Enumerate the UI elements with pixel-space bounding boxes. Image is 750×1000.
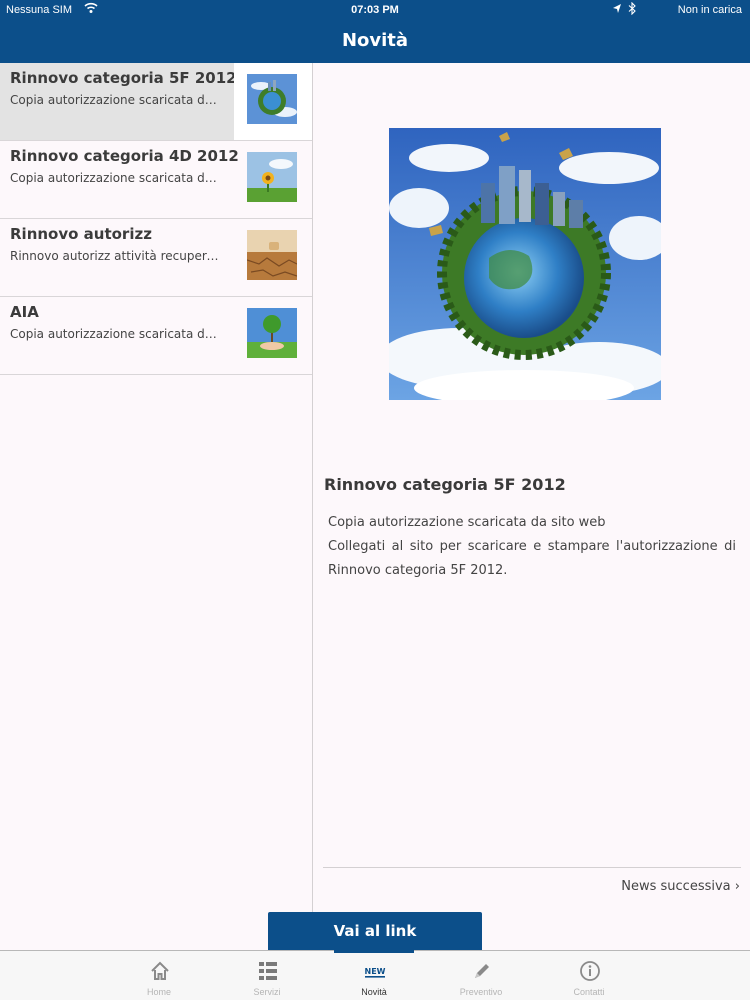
list-item-subtitle: Copia autorizzazione scaricata da sito w… <box>10 327 222 341</box>
list-item[interactable]: Rinnovo categoria 5F 2012 Copia autorizz… <box>0 63 312 141</box>
location-icon <box>613 4 621 13</box>
clock: 07:03 PM <box>351 4 399 16</box>
detail-line-1: Copia autorizzazione scaricata da sito w… <box>328 515 606 530</box>
tab-home[interactable]: Home <box>119 951 199 1000</box>
next-news-link[interactable]: News successiva › <box>621 879 740 894</box>
tab-label: Preventivo <box>459 987 503 997</box>
list-item-subtitle: Rinnovo autorizz attività recupero rifiu… <box>10 249 222 263</box>
divider <box>323 867 741 868</box>
tab-preventivo[interactable]: Preventivo <box>441 951 521 1000</box>
new-icon: NEW <box>365 967 386 978</box>
list-item[interactable]: Rinnovo autorizz Rinnovo autorizz attivi… <box>0 219 312 297</box>
page-title: Novità <box>341 30 409 51</box>
list-item-subtitle: Copia autorizzazione scaricata da sito w… <box>10 93 222 107</box>
tab-label: Home <box>146 987 171 997</box>
list-item-subtitle: Copia autorizzazione scaricata da sito w… <box>10 171 222 185</box>
sunflower-field-thumbnail <box>247 152 297 202</box>
next-news-label: News successiva <box>621 879 731 894</box>
home-icon <box>151 961 169 980</box>
list-item-thumb-area <box>234 219 312 296</box>
news-hero-image <box>389 128 661 400</box>
svg-text:NEW: NEW <box>365 967 386 976</box>
list-item-thumb-area <box>234 297 312 374</box>
globe-city-thumbnail <box>247 74 297 124</box>
list-icon <box>259 962 277 980</box>
detail-title: Rinnovo categoria 5F 2012 <box>324 475 566 494</box>
news-list: Rinnovo categoria 5F 2012 Copia autorizz… <box>0 63 313 950</box>
tab-contatti[interactable]: Contatti <box>549 951 629 1000</box>
open-link-button[interactable]: Vai al link <box>268 912 482 950</box>
tab-bar: Home Servizi NEW Novità Preventivo Conta… <box>0 950 750 1000</box>
list-item-thumb-area <box>234 63 312 140</box>
status-bar: Nessuna SIM 07:03 PM Non in carica <box>0 0 750 22</box>
tree-in-hand-thumbnail <box>247 308 297 358</box>
list-item-thumb-area <box>234 141 312 218</box>
tab-label: Novità <box>361 987 387 997</box>
info-icon <box>580 961 600 981</box>
pencil-icon <box>475 964 489 978</box>
battery-label: Non in carica <box>677 4 742 16</box>
tab-novita[interactable]: NEW Novità <box>334 950 414 1000</box>
news-detail: Rinnovo categoria 5F 2012 Copia autorizz… <box>314 63 750 950</box>
list-item-title: Rinnovo categoria 4D 2012 <box>10 147 239 165</box>
tab-servizi[interactable]: Servizi <box>227 951 307 1000</box>
list-item-title: Rinnovo autorizz <box>10 225 152 243</box>
list-item-title: Rinnovo categoria 5F 2012 <box>10 69 237 87</box>
detail-line-2: Collegati al sito per scaricare e stampa… <box>328 539 736 578</box>
dry-soil-thumbnail <box>247 230 297 280</box>
detail-body: Copia autorizzazione scaricata da sito w… <box>328 511 736 583</box>
tab-label: Servizi <box>253 987 281 997</box>
active-tab-indicator <box>334 950 414 953</box>
list-item[interactable]: Rinnovo categoria 4D 2012 Copia autorizz… <box>0 141 312 219</box>
chevron-right-icon: › <box>734 879 740 894</box>
list-item-title: AIA <box>10 303 39 321</box>
bluetooth-icon <box>628 2 636 15</box>
list-item[interactable]: AIA Copia autorizzazione scaricata da si… <box>0 297 312 375</box>
tab-label: Contatti <box>573 987 605 997</box>
top-bar: Nessuna SIM 07:03 PM Non in carica Novit… <box>0 0 750 63</box>
